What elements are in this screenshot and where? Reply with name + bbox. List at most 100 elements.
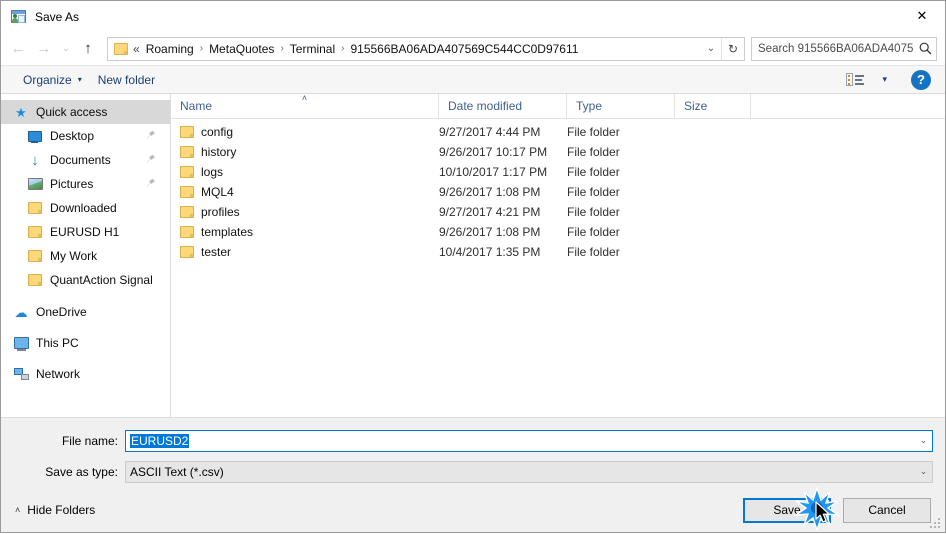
sort-ascending-icon: ˄ bbox=[301, 93, 308, 103]
file-type-cell: File folder bbox=[567, 165, 620, 179]
file-name-cell: config bbox=[171, 125, 439, 139]
breadcrumb-item-terminal[interactable]: Terminal bbox=[287, 40, 338, 58]
breadcrumb-lead[interactable]: « bbox=[133, 40, 143, 58]
hide-folders-label: Hide Folders bbox=[27, 503, 96, 517]
change-view-button[interactable] bbox=[838, 69, 876, 91]
up-button[interactable]: ↑ bbox=[75, 36, 101, 62]
column-label: Date modified bbox=[448, 99, 523, 113]
file-date-cell: 10/4/2017 1:35 PM bbox=[439, 245, 541, 259]
file-date-cell: 9/27/2017 4:21 PM bbox=[439, 205, 541, 219]
folder-icon bbox=[180, 166, 194, 178]
folder-icon bbox=[180, 146, 194, 158]
breadcrumb-item-terminal-id[interactable]: 915566BA06ADA407569C544CC0D97611 bbox=[347, 40, 581, 58]
sidebar-item-onedrive[interactable]: ☁ OneDrive bbox=[1, 300, 170, 324]
save-button[interactable]: Save bbox=[743, 497, 831, 523]
help-icon[interactable]: ? bbox=[911, 69, 931, 90]
network-icon bbox=[13, 366, 29, 382]
sidebar-item-label: OneDrive bbox=[36, 305, 87, 319]
table-row[interactable]: templates 9/26/2017 1:08 PM File folder bbox=[171, 222, 945, 242]
organize-button[interactable]: Organize ▾ bbox=[15, 70, 90, 90]
file-name-value[interactable]: EURUSD2 bbox=[126, 433, 915, 448]
column-header-name[interactable]: ˄ Name bbox=[171, 93, 439, 118]
new-folder-button[interactable]: New folder bbox=[90, 70, 163, 90]
table-row[interactable]: config 9/27/2017 4:44 PM File folder bbox=[171, 122, 945, 142]
column-header-row: ˄ Name Date modified Type Size bbox=[171, 93, 945, 119]
sidebar-item-label: This PC bbox=[36, 336, 79, 350]
save-as-window-icon bbox=[11, 9, 27, 25]
breadcrumb-separator-icon[interactable]: › bbox=[277, 43, 286, 54]
table-row[interactable]: MQL4 9/26/2017 1:08 PM File folder bbox=[171, 182, 945, 202]
folder-icon bbox=[27, 200, 43, 216]
address-bar[interactable]: « Roaming › MetaQuotes › Terminal › 9155… bbox=[107, 36, 745, 61]
file-name-label: logs bbox=[201, 165, 224, 179]
back-button[interactable]: ← bbox=[5, 36, 31, 62]
folder-icon bbox=[180, 246, 194, 258]
sidebar-item-eurusd-h1[interactable]: EURUSD H1 bbox=[1, 220, 170, 244]
sidebar-item-label: Downloaded bbox=[50, 201, 117, 215]
dialog-footer: File name: EURUSD2 ⌄ Save as type: ASCII… bbox=[1, 417, 945, 532]
hide-folders-button[interactable]: ˄ Hide Folders bbox=[1, 503, 95, 517]
sidebar-item-label: Quick access bbox=[36, 105, 108, 119]
recent-locations-button[interactable]: ⌄ bbox=[57, 36, 75, 62]
column-header-size[interactable]: Size bbox=[675, 94, 751, 118]
chevron-down-icon[interactable]: ⌄ bbox=[915, 435, 932, 446]
file-name-input[interactable]: EURUSD2 ⌄ bbox=[125, 429, 933, 452]
chevron-down-icon[interactable]: ⌄ bbox=[701, 38, 721, 60]
table-row[interactable]: tester 10/4/2017 1:35 PM File folder bbox=[171, 242, 945, 262]
view-options-chevron-icon[interactable]: ▾ bbox=[876, 72, 893, 87]
file-date-cell: 9/26/2017 1:08 PM bbox=[439, 185, 541, 199]
table-row[interactable]: history 9/26/2017 10:17 PM File folder bbox=[171, 142, 945, 162]
file-list-pane: ˄ Name Date modified Type Size config 9/… bbox=[171, 93, 945, 417]
sidebar-item-label: QuantAction Signal bbox=[50, 273, 153, 287]
sidebar-item-my-work[interactable]: My Work bbox=[1, 244, 170, 268]
file-name-cell: logs bbox=[171, 165, 439, 179]
file-date-cell: 9/27/2017 4:44 PM bbox=[439, 125, 541, 139]
organize-label: Organize bbox=[23, 72, 72, 87]
pin-icon bbox=[146, 178, 156, 191]
sidebar-item-desktop[interactable]: Desktop bbox=[1, 124, 170, 148]
breadcrumb-item-roaming[interactable]: Roaming bbox=[143, 40, 197, 58]
sidebar-item-quantaction-signal[interactable]: QuantAction Signal bbox=[1, 268, 170, 292]
breadcrumb-item-metaquotes[interactable]: MetaQuotes bbox=[206, 40, 277, 58]
file-date-cell: 9/26/2017 1:08 PM bbox=[439, 225, 541, 239]
file-type-cell: File folder bbox=[567, 205, 620, 219]
sidebar-item-this-pc[interactable]: This PC bbox=[1, 331, 170, 355]
file-rows: config 9/27/2017 4:44 PM File folder his… bbox=[171, 119, 945, 417]
sidebar-item-pictures[interactable]: Pictures bbox=[1, 172, 170, 196]
search-box[interactable]: Search 915566BA06ADA40756... bbox=[751, 36, 937, 61]
refresh-icon[interactable]: ↻ bbox=[721, 37, 744, 60]
sidebar-item-network[interactable]: Network bbox=[1, 362, 170, 386]
chevron-down-icon[interactable]: ⌄ bbox=[915, 466, 932, 477]
forward-button[interactable]: → bbox=[31, 36, 57, 62]
pin-icon bbox=[146, 130, 156, 143]
search-input[interactable]: Search 915566BA06ADA40756... bbox=[752, 43, 914, 55]
column-label: Name bbox=[180, 99, 213, 113]
cancel-button[interactable]: Cancel bbox=[843, 497, 931, 523]
file-name-label: tester bbox=[201, 245, 232, 259]
save-as-type-select[interactable]: ASCII Text (*.csv) ⌄ bbox=[125, 460, 933, 483]
file-type-cell: File folder bbox=[567, 225, 620, 239]
file-name-row: File name: EURUSD2 ⌄ bbox=[1, 428, 945, 453]
column-header-type[interactable]: Type bbox=[567, 94, 675, 118]
folder-icon bbox=[180, 186, 194, 198]
sidebar-item-quick-access[interactable]: ★ Quick access bbox=[1, 100, 170, 124]
table-row[interactable]: profiles 9/27/2017 4:21 PM File folder bbox=[171, 202, 945, 222]
column-header-date-modified[interactable]: Date modified bbox=[439, 94, 567, 118]
close-icon[interactable]: ✕ bbox=[899, 1, 945, 31]
breadcrumb-separator-icon[interactable]: › bbox=[197, 43, 206, 54]
save-as-type-row: Save as type: ASCII Text (*.csv) ⌄ bbox=[1, 459, 945, 484]
search-icon bbox=[914, 42, 936, 55]
sidebar-item-label: EURUSD H1 bbox=[50, 225, 120, 239]
file-name-cell: templates bbox=[171, 225, 439, 239]
sidebar-item-downloaded[interactable]: Downloaded bbox=[1, 196, 170, 220]
table-row[interactable]: logs 10/10/2017 1:17 PM File folder bbox=[171, 162, 945, 182]
documents-icon: ↓ bbox=[31, 151, 39, 169]
sidebar-item-documents[interactable]: ↓ Documents bbox=[1, 148, 170, 172]
folder-icon bbox=[27, 272, 43, 288]
breadcrumb: « Roaming › MetaQuotes › Terminal › 9155… bbox=[133, 40, 701, 58]
command-toolbar: Organize ▾ New folder ▾ ? bbox=[1, 65, 945, 94]
breadcrumb-separator-icon[interactable]: › bbox=[338, 43, 347, 54]
resize-grip[interactable] bbox=[930, 518, 942, 530]
title-bar: Save As ✕ bbox=[1, 1, 945, 32]
column-label: Size bbox=[684, 99, 708, 113]
